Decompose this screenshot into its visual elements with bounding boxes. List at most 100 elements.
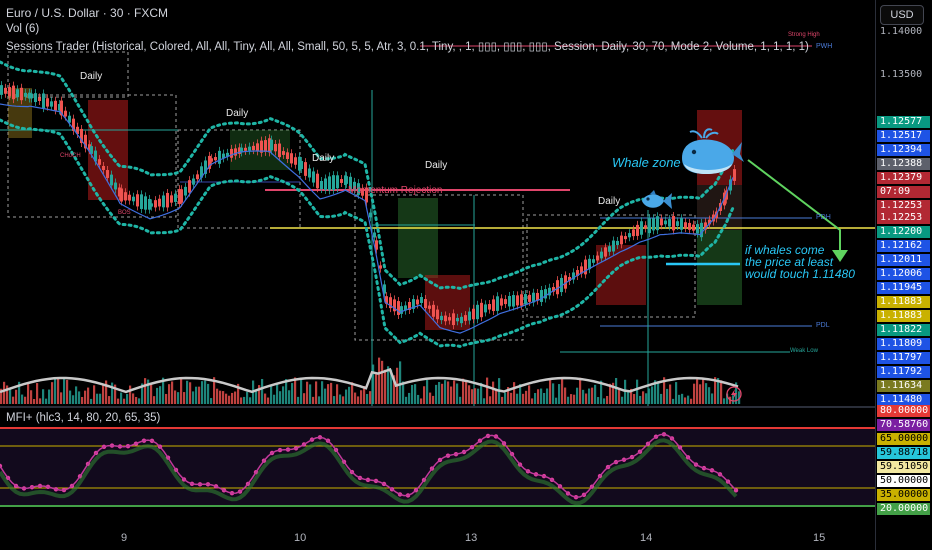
volume-bar [594, 384, 597, 404]
volume-bar [384, 369, 387, 404]
volume-bar [597, 397, 600, 404]
candle [42, 93, 45, 109]
price-tag: 1.11883 [877, 296, 930, 308]
volume-bar [189, 382, 192, 404]
volume-bar [351, 382, 354, 404]
mfi-indicator-label[interactable]: MFI+ (hlc3, 14, 80, 20, 65, 35) [6, 412, 160, 424]
volume-bar [648, 388, 651, 404]
candle [456, 317, 459, 322]
volume-bar [216, 388, 219, 404]
time-tick: 13 [465, 532, 478, 544]
candle [290, 153, 293, 164]
candle [248, 146, 251, 151]
volume-bar [75, 386, 78, 404]
volume-bar [447, 381, 450, 404]
volume-bar [576, 387, 579, 404]
volume-bar [558, 384, 561, 404]
volume-bar [225, 393, 228, 404]
volume-bar [66, 379, 69, 404]
daily-label-5: Daily [598, 196, 621, 207]
volume-bar [708, 387, 711, 404]
volume-bar [426, 380, 429, 404]
volume-bar [201, 381, 204, 404]
candle [336, 175, 339, 189]
volume-bar [555, 397, 558, 404]
candle [308, 168, 311, 178]
volume-bar [636, 379, 639, 404]
candle [444, 315, 447, 322]
volume-bar [93, 385, 96, 404]
candle [120, 188, 123, 202]
price-chart[interactable] [0, 0, 875, 407]
price-tag: 1.11809 [877, 338, 930, 350]
volume-bar [135, 396, 138, 404]
volume-bar [330, 382, 333, 404]
volume-bar [129, 385, 132, 404]
candle [345, 176, 348, 184]
volume-bar [669, 384, 672, 404]
mfi-tag: 50.00000 [877, 475, 930, 487]
volume-bar [132, 393, 135, 404]
volume-bar [696, 379, 699, 404]
volume-bar [231, 392, 234, 404]
lightning-icon[interactable] [726, 386, 742, 402]
candle [300, 160, 303, 170]
volume-bar [186, 380, 189, 404]
price-tag: 1.12394 [877, 144, 930, 156]
candle [656, 216, 659, 231]
volume-bar [489, 396, 492, 404]
volume-bar [546, 388, 549, 404]
volume-bar [468, 385, 471, 404]
price-tag: 1.11822 [877, 324, 930, 336]
candle [472, 308, 475, 320]
volume-bar [234, 391, 237, 404]
candle [620, 235, 623, 245]
volume-bar [15, 389, 18, 404]
candle [540, 290, 543, 302]
volume-bar [687, 395, 690, 404]
currency-button[interactable]: USD [880, 5, 924, 25]
mfi-pane[interactable] [0, 408, 875, 526]
sessions-indicator-label[interactable]: Sessions Trader (Historical, Colored, Al… [6, 39, 809, 53]
candle [234, 148, 237, 156]
volume-bar [723, 398, 726, 404]
volume-bar [633, 394, 636, 404]
mfi-chart[interactable] [0, 408, 875, 526]
volume-bar [294, 377, 297, 404]
candle [480, 302, 483, 318]
volume-bar [678, 394, 681, 404]
candle [488, 304, 491, 310]
mfi-tag: 59.51050 [877, 461, 930, 473]
candle [684, 222, 687, 229]
volume-bar [684, 397, 687, 404]
volume-bar [324, 388, 327, 404]
volume-bar [48, 389, 51, 404]
volume-bar [273, 394, 276, 404]
volume-bar [51, 382, 54, 404]
candle [524, 294, 527, 305]
volume-bar [360, 390, 363, 404]
symbol-title[interactable]: Euro / U.S. Dollar · 30 · FXCM [6, 6, 168, 20]
volume-bar [591, 387, 594, 404]
candle [460, 316, 463, 324]
candle [500, 298, 503, 306]
volume-bar [12, 396, 15, 404]
candle [644, 225, 647, 229]
zone-green [398, 198, 438, 278]
zone-red [596, 245, 646, 305]
candle [140, 194, 143, 209]
candle [600, 251, 603, 259]
candle [688, 222, 691, 230]
volume-bar [615, 378, 618, 404]
candle [54, 100, 57, 111]
whale-note-line-3: would touch 1.11480 [745, 267, 855, 281]
volume-bar [243, 396, 246, 404]
volume-bar [342, 396, 345, 404]
volume-bar [57, 378, 60, 404]
candle [332, 175, 335, 191]
volume-indicator-label[interactable]: Vol (6) [6, 23, 39, 35]
candle [144, 196, 147, 210]
volume-bar [474, 388, 477, 404]
price-pane[interactable] [0, 0, 875, 407]
volume-bar [582, 389, 585, 404]
